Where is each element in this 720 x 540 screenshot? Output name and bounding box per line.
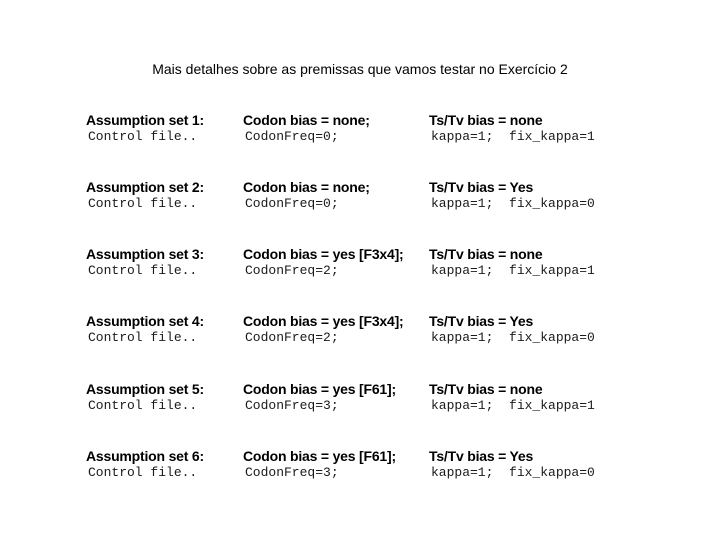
codon-bias-block: Codon bias = none; CodonFreq=0; [243,111,370,145]
assumption-label-block: Assumption set 1: Control file.. [86,111,204,145]
kappa-code: kappa=1; fix_kappa=1 [431,398,595,413]
tstv-bias-heading: Ts/Tv bias = none [429,246,543,262]
codon-bias-heading: Codon bias = yes [F61]; [243,448,396,464]
assumption-label-block: Assumption set 4: Control file.. [86,312,204,346]
assumption-set-1: Assumption set 1: Control file.. Codon b… [0,111,720,151]
assumption-label-block: Assumption set 5: Control file.. [86,380,204,414]
kappa-code: kappa=1; fix_kappa=1 [431,263,595,278]
codon-freq-code: CodonFreq=3; [245,465,339,480]
codon-freq-code: CodonFreq=2; [245,263,339,278]
assumption-label-block: Assumption set 3: Control file.. [86,245,204,279]
tstv-bias-heading: Ts/Tv bias = Yes [429,179,534,195]
tstv-bias-block: Ts/Tv bias = Yes kappa=1; fix_kappa=0 [429,447,595,481]
control-file-text: Control file.. [88,398,198,413]
codon-bias-block: Codon bias = yes [F3x4]; CodonFreq=2; [243,312,404,346]
codon-bias-heading: Codon bias = yes [F3x4]; [243,313,404,329]
kappa-code: kappa=1; fix_kappa=0 [431,465,595,480]
codon-freq-code: CodonFreq=2; [245,330,339,345]
assumption-set-4: Assumption set 4: Control file.. Codon b… [0,312,720,352]
assumption-set-3: Assumption set 3: Control file.. Codon b… [0,245,720,285]
codon-bias-block: Codon bias = yes [F61]; CodonFreq=3; [243,447,396,481]
tstv-bias-heading: Ts/Tv bias = Yes [429,448,534,464]
assumption-label: Assumption set 4: [86,313,204,329]
codon-bias-block: Codon bias = yes [F61]; CodonFreq=3; [243,380,396,414]
assumption-label-block: Assumption set 6: Control file.. [86,447,204,481]
tstv-bias-heading: Ts/Tv bias = Yes [429,313,534,329]
control-file-text: Control file.. [88,196,198,211]
assumption-label: Assumption set 3: [86,246,204,262]
tstv-bias-block: Ts/Tv bias = Yes kappa=1; fix_kappa=0 [429,178,595,212]
codon-bias-heading: Codon bias = none; [243,112,370,128]
assumption-sets: Assumption set 1: Control file.. Codon b… [0,0,720,540]
codon-bias-block: Codon bias = yes [F3x4]; CodonFreq=2; [243,245,404,279]
assumption-label: Assumption set 6: [86,448,204,464]
tstv-bias-block: Ts/Tv bias = Yes kappa=1; fix_kappa=0 [429,312,595,346]
tstv-bias-block: Ts/Tv bias = none kappa=1; fix_kappa=1 [429,380,595,414]
kappa-code: kappa=1; fix_kappa=0 [431,196,595,211]
assumption-label: Assumption set 5: [86,381,204,397]
codon-bias-heading: Codon bias = yes [F61]; [243,381,396,397]
kappa-code: kappa=1; fix_kappa=1 [431,129,595,144]
slide: Mais detalhes sobre as premissas que vam… [0,0,720,540]
control-file-text: Control file.. [88,129,198,144]
assumption-label-block: Assumption set 2: Control file.. [86,178,204,212]
tstv-bias-block: Ts/Tv bias = none kappa=1; fix_kappa=1 [429,111,595,145]
codon-bias-heading: Codon bias = yes [F3x4]; [243,246,404,262]
tstv-bias-heading: Ts/Tv bias = none [429,112,543,128]
control-file-text: Control file.. [88,465,198,480]
assumption-set-5: Assumption set 5: Control file.. Codon b… [0,380,720,420]
codon-freq-code: CodonFreq=0; [245,129,339,144]
codon-freq-code: CodonFreq=0; [245,196,339,211]
tstv-bias-block: Ts/Tv bias = none kappa=1; fix_kappa=1 [429,245,595,279]
assumption-label: Assumption set 1: [86,112,204,128]
tstv-bias-heading: Ts/Tv bias = none [429,381,543,397]
control-file-text: Control file.. [88,330,198,345]
codon-bias-heading: Codon bias = none; [243,179,370,195]
kappa-code: kappa=1; fix_kappa=0 [431,330,595,345]
assumption-set-6: Assumption set 6: Control file.. Codon b… [0,447,720,487]
assumption-set-2: Assumption set 2: Control file.. Codon b… [0,178,720,218]
codon-bias-block: Codon bias = none; CodonFreq=0; [243,178,370,212]
codon-freq-code: CodonFreq=3; [245,398,339,413]
control-file-text: Control file.. [88,263,198,278]
assumption-label: Assumption set 2: [86,179,204,195]
